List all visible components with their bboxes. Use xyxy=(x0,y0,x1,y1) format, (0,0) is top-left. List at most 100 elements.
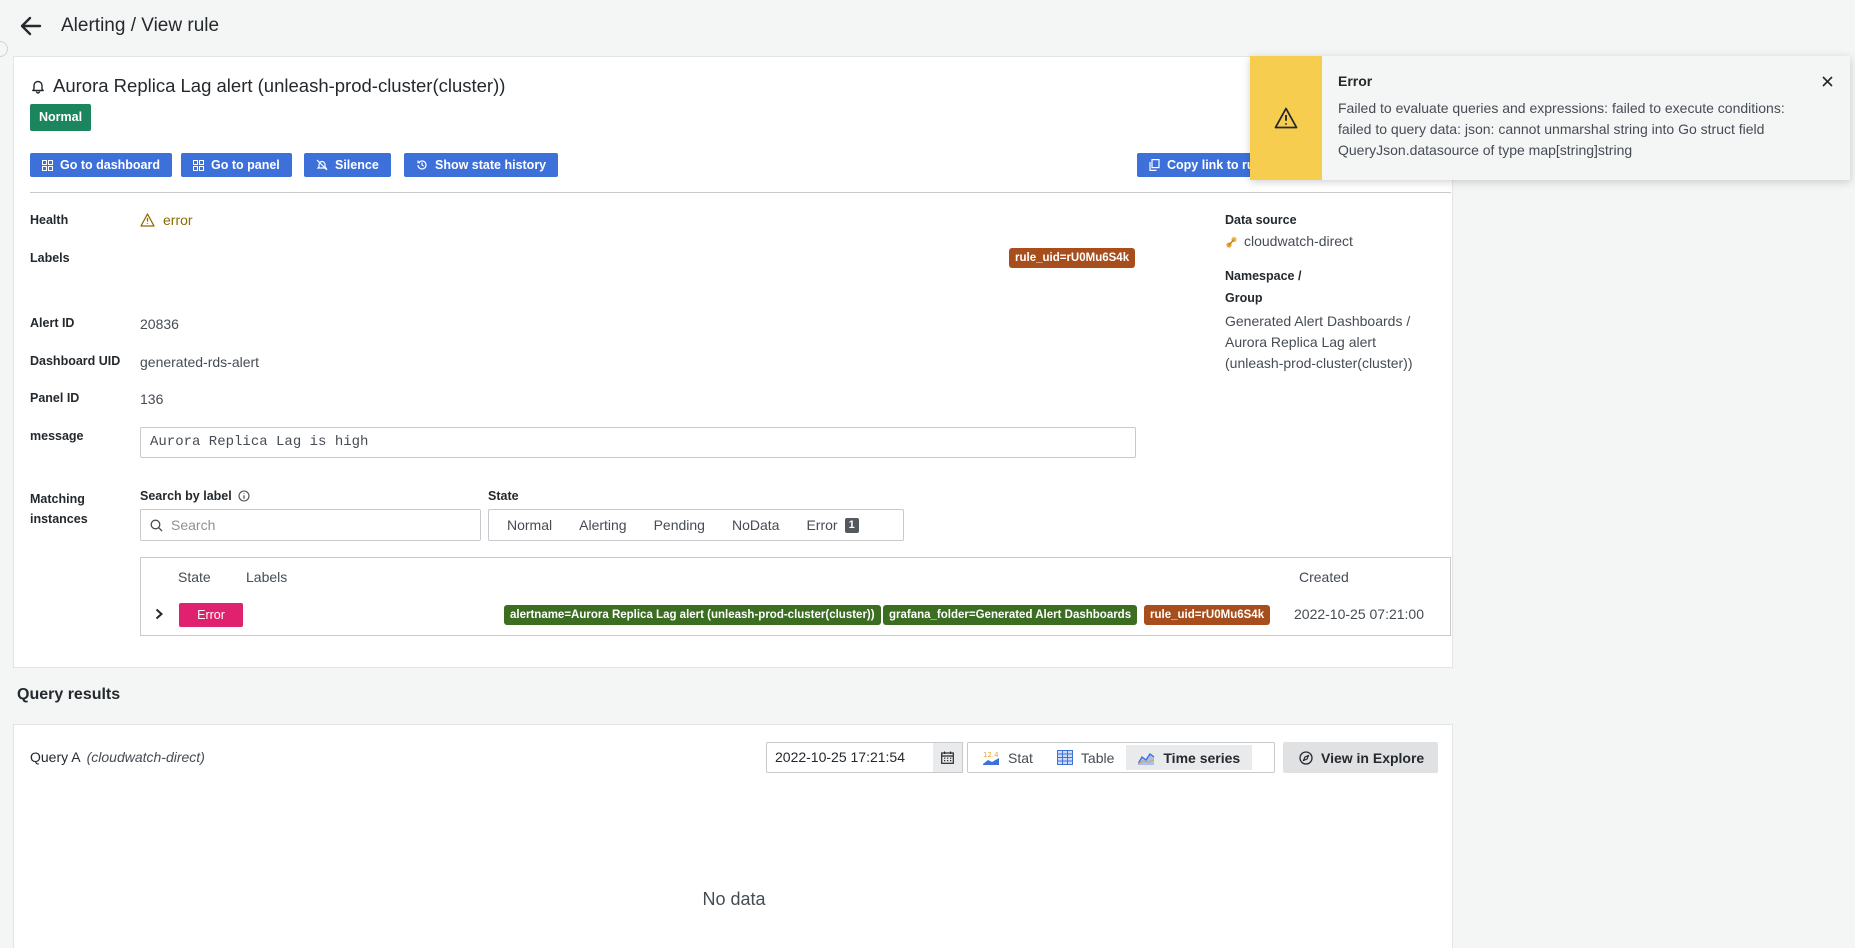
query-results-title: Query results xyxy=(17,686,121,703)
top-bar: Alerting / View rule xyxy=(0,0,1855,52)
instance-state-badge: Error xyxy=(179,603,243,627)
matching-instances-label-2: instances xyxy=(30,512,88,526)
back-arrow-icon[interactable] xyxy=(18,13,44,39)
toast-body: Error Failed to evaluate queries and exp… xyxy=(1322,56,1850,180)
rule-details-panel: Aurora Replica Lag alert (unleash-prod-c… xyxy=(13,56,1453,668)
state-badge: Normal xyxy=(30,104,92,131)
instance-label-chip: alertname=Aurora Replica Lag alert (unle… xyxy=(504,605,881,625)
info-icon[interactable] xyxy=(238,490,250,502)
message-label: message xyxy=(30,429,84,443)
no-data-message: No data xyxy=(702,889,766,909)
warning-icon xyxy=(140,213,155,227)
silence-label: Silence xyxy=(335,158,379,172)
view-option-time-series[interactable]: Time series xyxy=(1126,745,1253,770)
dashboard-uid-label: Dashboard UID xyxy=(30,354,121,368)
panel-id-value: 136 xyxy=(140,391,164,407)
search-input[interactable]: Search xyxy=(140,509,481,541)
search-by-label-text: Search by label xyxy=(140,489,232,503)
search-placeholder: Search xyxy=(171,517,216,533)
state-filter-alerting[interactable]: Alerting xyxy=(579,517,626,533)
state-filter-group: Normal Alerting Pending NoData Error 1 xyxy=(488,509,904,541)
view-option-stat[interactable]: 12.4 Stat xyxy=(971,745,1045,770)
svg-text:12.4: 12.4 xyxy=(983,751,999,759)
go-to-panel-label: Go to panel xyxy=(211,158,280,172)
apps-icon xyxy=(193,159,204,171)
column-header-created: Created xyxy=(1299,569,1349,585)
view-option-table[interactable]: Table xyxy=(1045,745,1126,770)
group-label: Group xyxy=(1225,291,1263,305)
view-in-explore-button[interactable]: View in Explore xyxy=(1283,742,1438,773)
rule-title-text: Aurora Replica Lag alert (unleash-prod-c… xyxy=(53,75,506,96)
go-to-dashboard-label: Go to dashboard xyxy=(60,158,160,172)
state-filter-pending[interactable]: Pending xyxy=(654,517,705,533)
namespace-label: Namespace / xyxy=(1225,269,1302,283)
search-icon xyxy=(150,519,163,531)
time-series-icon xyxy=(1138,752,1155,765)
breadcrumb: Alerting / View rule xyxy=(61,15,220,36)
compass-icon xyxy=(1299,750,1313,765)
alert-id-value: 20836 xyxy=(140,316,179,332)
error-count-badge: 1 xyxy=(844,517,859,533)
go-to-dashboard-button[interactable]: Go to dashboard xyxy=(30,153,172,177)
panel-id-label: Panel ID xyxy=(30,391,80,405)
toast-message: Failed to evaluate queries and expressio… xyxy=(1338,100,1785,158)
calendar-icon[interactable] xyxy=(933,742,963,773)
history-icon xyxy=(417,160,427,170)
view-option-time-series-label: Time series xyxy=(1163,749,1241,766)
copy-icon xyxy=(1149,159,1160,171)
matching-instances-label-1: Matching xyxy=(30,492,85,506)
error-toast: Error Failed to evaluate queries and exp… xyxy=(1250,56,1850,180)
chevron-right-icon[interactable] xyxy=(151,605,167,623)
health-label: Health xyxy=(30,213,69,227)
rule-title: Aurora Replica Lag alert (unleash-prod-c… xyxy=(31,75,505,97)
instances-table: State Labels Created Error alertname=Aur… xyxy=(140,557,1451,636)
column-header-labels: Labels xyxy=(246,569,288,585)
stat-icon: 12.4 xyxy=(983,751,999,765)
health-value-text: error xyxy=(163,212,193,228)
close-icon[interactable] xyxy=(1818,72,1836,90)
visualization-switcher: 12.4 Stat Table Time series xyxy=(967,742,1275,773)
data-source-value: cloudwatch-direct xyxy=(1225,231,1353,252)
dashboard-uid-value: generated-rds-alert xyxy=(140,354,260,370)
column-header-state: State xyxy=(178,569,211,585)
data-source-label: Data source xyxy=(1225,213,1297,227)
table-icon xyxy=(1056,750,1073,765)
bell-slash-icon xyxy=(316,159,328,171)
divider xyxy=(30,192,1451,193)
alert-id-label: Alert ID xyxy=(30,316,75,330)
table-row: Error alertname=Aurora Replica Lag alert… xyxy=(141,595,1450,635)
message-field[interactable]: Aurora Replica Lag is high xyxy=(140,427,1136,458)
state-filter-normal[interactable]: Normal xyxy=(507,517,552,533)
apps-icon xyxy=(42,159,53,171)
query-source: (cloudwatch-direct) xyxy=(86,749,205,765)
labels-label: Labels xyxy=(30,251,70,265)
bell-icon xyxy=(32,80,44,94)
view-option-table-label: Table xyxy=(1080,749,1115,766)
silence-button[interactable]: Silence xyxy=(304,153,391,177)
query-name: Query A xyxy=(30,749,81,765)
data-source-text: cloudwatch-direct xyxy=(1244,233,1353,249)
query-label: Query A (cloudwatch-direct) xyxy=(30,749,205,765)
label-chip: rule_uid=rU0Mu6S4k xyxy=(1009,248,1136,268)
state-filter-error-label: Error xyxy=(806,517,838,533)
cloudwatch-icon xyxy=(1226,236,1237,248)
view-option-stat-label: Stat xyxy=(1008,749,1033,766)
instance-created: 2022-10-25 07:21:00 xyxy=(1294,606,1424,622)
time-input[interactable]: 2022-10-25 17:21:54 xyxy=(766,742,961,773)
state-filter-label: State xyxy=(488,489,519,503)
health-value: error xyxy=(140,212,193,228)
show-state-history-button[interactable]: Show state history xyxy=(404,153,559,177)
warning-icon xyxy=(1274,107,1298,129)
namespace-value-line-3: (unleash-prod-cluster(cluster)) xyxy=(1225,355,1413,371)
namespace-value-line-2: Aurora Replica Lag alert xyxy=(1225,334,1376,350)
view-in-explore-label: View in Explore xyxy=(1321,749,1425,766)
go-to-panel-button[interactable]: Go to panel xyxy=(181,153,292,177)
instance-label-chip: grafana_folder=Generated Alert Dashboard… xyxy=(883,605,1138,625)
search-by-label-heading: Search by label xyxy=(140,489,250,503)
query-results-panel: Query A (cloudwatch-direct) 2022-10-25 17… xyxy=(13,724,1453,948)
state-filter-error[interactable]: Error 1 xyxy=(806,517,859,533)
toast-title: Error xyxy=(1338,73,1373,89)
instance-label-chip: rule_uid=rU0Mu6S4k xyxy=(1144,605,1271,625)
state-filter-nodata[interactable]: NoData xyxy=(732,517,779,533)
show-state-history-label: Show state history xyxy=(435,158,547,172)
